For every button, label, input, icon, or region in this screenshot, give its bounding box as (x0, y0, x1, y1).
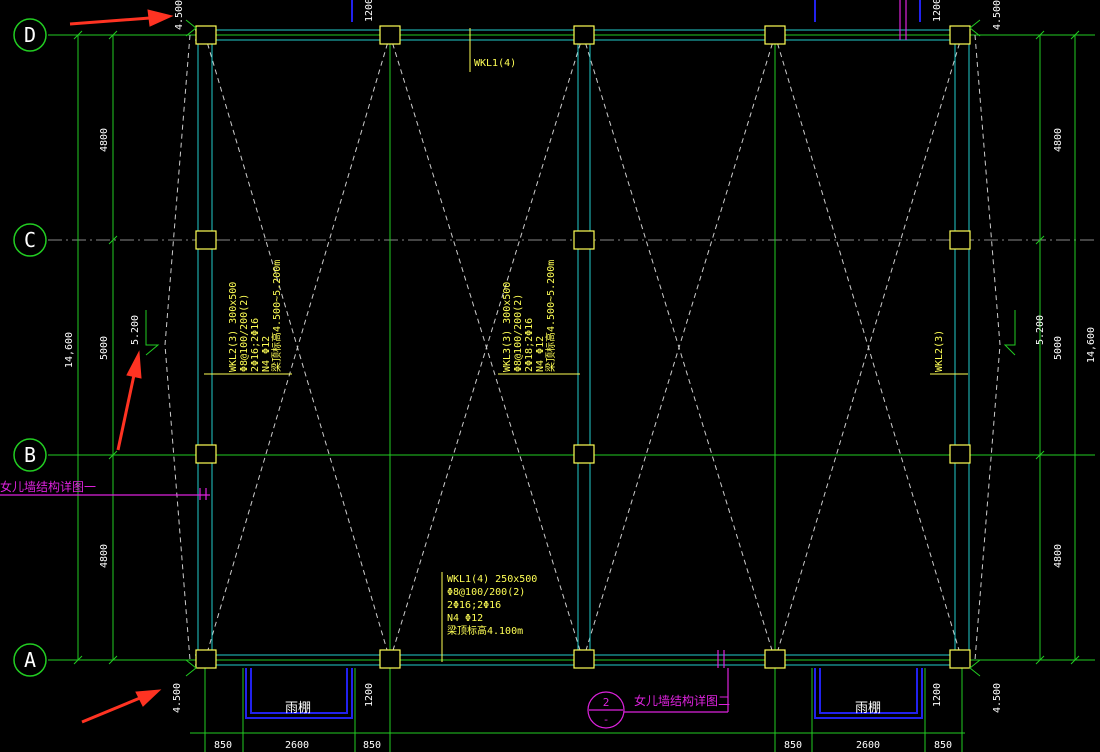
callout-parapet-detail-1: 女儿墙结构详图一 (0, 479, 96, 494)
dim-left-1200: 1200 (364, 683, 375, 707)
axis-bubbles (13, 18, 47, 677)
detail-sub: - (603, 713, 610, 726)
arrow-bottom-left (81, 689, 162, 724)
red-arrows (69, 9, 174, 724)
dim-bottom-c: 850 (363, 740, 381, 751)
dim-top-left-1200: 1200 (364, 0, 375, 22)
columns (195, 25, 971, 669)
beam-mid-line3: 2Φ18;2Φ16 (524, 318, 535, 372)
beam-mid-line5: 梁顶标高4.500~5.200m (544, 260, 557, 372)
beam-mid-line2: Φ8@100/200(2) (513, 294, 524, 372)
canopies (245, 0, 923, 719)
elev-mid-right: 5.200 (1035, 315, 1046, 345)
axis-label-A: A (24, 648, 36, 672)
beam-bottom-line1: WKL1(4) 250x500 (447, 574, 537, 585)
elev-bottom-right: 4.500 (992, 683, 1003, 713)
beam-top-label: WKL1(4) (474, 58, 516, 69)
dim-bottom-a: 850 (214, 740, 232, 751)
beam-left-line1: WKL2(3) 300x500 (228, 282, 239, 372)
beam-left-line5: 梁顶标高4.500~5.200m (270, 260, 283, 372)
beam-bottom-line4: N4 Φ12 (447, 613, 483, 624)
dim-left-d1: 4800 (99, 128, 110, 152)
parapet-marks (717, 0, 907, 668)
dim-left-d3: 4800 (99, 544, 110, 568)
annotation-leaders (204, 28, 968, 662)
dim-bottom-d: 850 (784, 740, 802, 751)
dim-right-total: 14,600 (1086, 327, 1097, 363)
elev-bottom-left: 4.500 (172, 683, 183, 713)
beam-bottom-line3: 2Φ16;2Φ16 (447, 600, 501, 611)
dim-left-d2: 5000 (99, 336, 110, 360)
axis-label-D: D (24, 23, 36, 47)
dim-bottom-b: 2600 (285, 740, 309, 751)
beam-mid-line4: N4 Φ12 (535, 336, 546, 372)
dim-bottom-e: 2600 (856, 740, 880, 751)
beam-bottom-line2: Φ8@100/200(2) (447, 587, 525, 598)
beam-left-line3: 2Φ16;2Φ16 (250, 318, 261, 372)
beams (195, 29, 970, 666)
axis-label-B: B (24, 443, 36, 467)
dim-ticks (73, 30, 1080, 665)
arrow-mid-left (116, 350, 142, 451)
beam-right-label: WKL2(3) (934, 330, 945, 372)
beam-bottom-line5: 梁顶标高4.100m (447, 624, 523, 637)
roof-slope-lines (164, 34, 1001, 661)
structural-plan-drawing: D C B A 14,600 4800 5000 4800 14,600 480… (0, 0, 1097, 752)
beam-left-line2: Φ8@100/200(2) (239, 294, 250, 372)
elev-top-right: 4.500 (992, 0, 1003, 30)
axis-label-C: C (24, 228, 36, 252)
canopy-left-label: 雨棚 (285, 701, 311, 716)
dim-right-d1: 4800 (1053, 128, 1064, 152)
detail-num: 2 (603, 696, 610, 709)
dim-bottom-f: 850 (934, 740, 952, 751)
dim-right-d2: 5000 (1053, 336, 1064, 360)
secondary-beams (389, 40, 776, 655)
callout-parapet-detail-2: 女儿墙结构详图二 (634, 693, 730, 708)
canopy-right-label: 雨棚 (855, 701, 881, 716)
dim-right-d3: 4800 (1053, 544, 1064, 568)
elev-top-left: 4.500 (174, 0, 185, 30)
beam-mid-line1: WKL3(3) 300x500 (502, 282, 513, 372)
dim-right-1200: 1200 (932, 683, 943, 707)
elev-mid-left: 5.200 (130, 315, 141, 345)
dim-left-total: 14,600 (64, 332, 75, 368)
beam-left-line4: N4 Φ12 (261, 336, 272, 372)
arrow-top-left (69, 9, 174, 27)
dim-top-right-1200: 1200 (932, 0, 943, 22)
grid-lines (48, 34, 1095, 752)
